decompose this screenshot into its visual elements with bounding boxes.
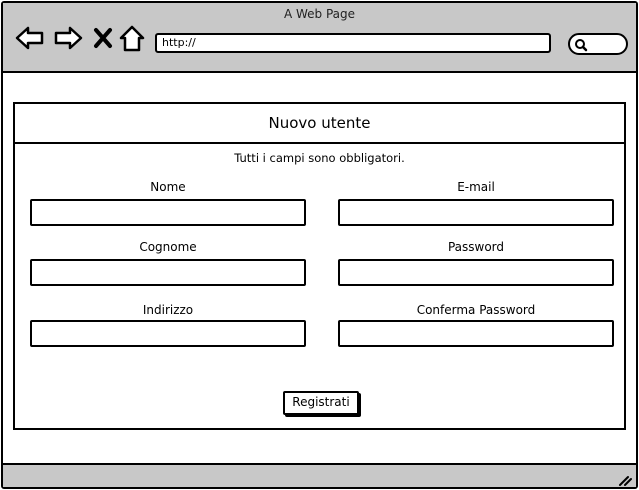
form-subtitle: Tutti i campi sono obbligatori. (234, 151, 405, 165)
email-label: E-mail (457, 180, 495, 194)
arrow-left-icon[interactable] (15, 25, 45, 55)
conferma-password-label: Conferma Password (416, 303, 536, 317)
form-title: Nuovo utente (15, 104, 624, 144)
register-button[interactable]: Registrati (283, 391, 359, 415)
home-icon[interactable] (119, 25, 145, 57)
cognome-label: Cognome (139, 240, 197, 254)
indirizzo-input[interactable] (30, 320, 306, 347)
browser-window: A Web Page http:// Nuovo utente Tutti i … (1, 1, 638, 489)
close-icon[interactable] (93, 27, 113, 53)
nome-input[interactable] (30, 199, 306, 226)
conferma-password-input[interactable] (338, 320, 614, 347)
password-label: Password (447, 240, 505, 254)
nome-label: Nome (150, 180, 186, 194)
resize-grip-icon[interactable] (618, 471, 632, 490)
cognome-input[interactable] (30, 259, 306, 286)
window-title: A Web Page (283, 7, 356, 21)
address-bar[interactable]: http:// (155, 33, 551, 53)
indirizzo-label: Indirizzo (142, 303, 194, 317)
browser-toolbar: A Web Page http:// (3, 3, 636, 73)
password-input[interactable] (338, 259, 614, 286)
search-icon (575, 39, 588, 52)
email-input[interactable] (338, 199, 614, 226)
arrow-right-icon[interactable] (53, 25, 83, 55)
status-bar (3, 463, 636, 487)
browser-search-box[interactable] (568, 33, 628, 55)
registration-form-panel: Nuovo utente Tutti i campi sono obbligat… (13, 102, 626, 430)
